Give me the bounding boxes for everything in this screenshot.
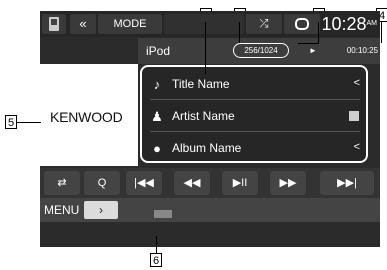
page-indicator (154, 210, 172, 218)
divider (150, 99, 360, 100)
source-name: iPod (146, 44, 171, 58)
divider (150, 131, 360, 132)
callout-5: 5 (5, 115, 17, 129)
control-bar: ⇄ Q |◀◀ ◀◀ ▶II ▶▶ ▶▶| (40, 168, 380, 198)
artist-row[interactable]: ♟ Artist Name (142, 101, 366, 131)
source-info-bar: iPod 256/1024 ► 00:10:25 (138, 38, 380, 64)
shuffle-icon: ⤮ (259, 18, 269, 30)
search-button[interactable]: Q (84, 171, 120, 195)
bottom-bar: MENU › (40, 198, 380, 222)
person-icon: ♟ (151, 109, 163, 124)
back-button[interactable]: « (70, 14, 96, 34)
repeat-button[interactable] (284, 14, 320, 34)
clock-suffix: AM (366, 20, 378, 27)
clock: 10:28AM (321, 12, 377, 36)
scroll-left-icon[interactable]: < (354, 77, 360, 89)
repeat-icon (295, 18, 309, 30)
playing-time: 00:10:25 (346, 46, 378, 55)
callout-line-3b (298, 43, 318, 44)
kenwood-logo: KENWOOD (50, 109, 123, 125)
disc-icon: ● (153, 141, 161, 156)
album-row[interactable]: ● Album Name < (142, 133, 366, 163)
shuffle-button[interactable]: ⤮ (246, 14, 282, 34)
source-icon[interactable] (42, 14, 66, 34)
left-spacer (40, 38, 138, 64)
artwork-toggle-icon[interactable] (349, 111, 359, 121)
title-name: Title Name (172, 77, 230, 91)
track-info-panel: ♪ Title Name < ♟ Artist Name ● Album Nam… (140, 65, 368, 163)
album-name: Album Name (172, 141, 242, 155)
callout-line-6 (156, 236, 157, 253)
rewind-button[interactable]: ◀◀ (174, 171, 210, 195)
clock-time: 10:28 (321, 14, 367, 34)
next-track-button[interactable]: ▶▶| (320, 171, 374, 195)
music-note-icon: ♪ (153, 77, 161, 92)
mode-button[interactable]: MODE (98, 14, 162, 34)
callout-line-5 (17, 122, 41, 123)
blank-topbar-area (164, 14, 244, 34)
previous-track-button[interactable]: |◀◀ (126, 171, 162, 195)
top-bar: « MODE ⤮ 10:28AM (40, 11, 380, 37)
fast-forward-button[interactable]: ▶▶ (270, 171, 306, 195)
switch-list-button[interactable]: ⇄ (44, 171, 80, 195)
artist-name: Artist Name (172, 109, 235, 123)
head-unit-screen: « MODE ⤮ 10:28AM iPod 256/1024 ► 00:10:2… (40, 11, 380, 247)
menu-button[interactable]: MENU (44, 201, 79, 219)
callout-line-3 (318, 22, 319, 44)
title-row[interactable]: ♪ Title Name < (142, 69, 366, 99)
callout-line-4 (381, 22, 382, 43)
play-status-icon: ► (309, 46, 317, 55)
artwork-area[interactable]: KENWOOD (40, 64, 138, 166)
next-page-button[interactable]: › (84, 201, 118, 219)
track-number: 256/1024 (233, 43, 289, 58)
callout-line-1 (205, 22, 206, 74)
callout-line-2 (239, 22, 240, 43)
play-pause-button[interactable]: ▶II (222, 171, 258, 195)
scroll-left-icon[interactable]: < (354, 141, 360, 153)
callout-6: 6 (150, 253, 162, 267)
